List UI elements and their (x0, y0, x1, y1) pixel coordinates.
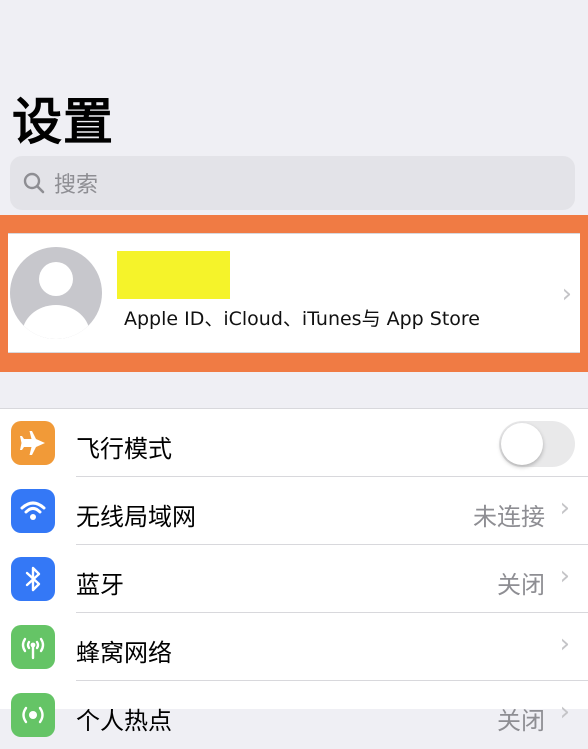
settings-list: 飞行模式 无线局域网 未连接 › 蓝牙 关闭 › 蜂窝网络 › 个人热点 关闭 … (0, 408, 588, 737)
hotspot-icon (11, 693, 55, 737)
settings-row-airplane[interactable]: 飞行模式 (0, 409, 588, 477)
page-title: 设置 (12, 93, 114, 151)
settings-row-cellular[interactable]: 蜂窝网络 › (0, 613, 588, 681)
settings-item-value: 未连接 (473, 503, 545, 531)
settings-item-value: 关闭 (497, 571, 545, 599)
search-bar[interactable]: 搜索 (10, 156, 575, 210)
settings-item-label: 个人热点 (76, 707, 172, 735)
airplane-icon (11, 421, 55, 465)
chevron-right-icon: › (561, 279, 572, 309)
apple-id-row[interactable]: Apple ID、iCloud、iTunes与 App Store › (8, 233, 580, 353)
search-icon (23, 172, 45, 194)
settings-item-label: 蜂窝网络 (76, 639, 172, 667)
chevron-right-icon: › (559, 561, 570, 591)
avatar (10, 247, 102, 339)
chevron-right-icon: › (559, 629, 570, 659)
search-placeholder: 搜索 (54, 173, 99, 198)
settings-row-wifi[interactable]: 无线局域网 未连接 › (0, 477, 588, 545)
redacted-name (117, 251, 230, 299)
cellular-icon (11, 625, 55, 669)
airplane-mode-toggle[interactable] (499, 421, 575, 467)
profile-highlight: Apple ID、iCloud、iTunes与 App Store › (0, 215, 588, 372)
bluetooth-icon (11, 557, 55, 601)
settings-item-label: 飞行模式 (76, 435, 172, 463)
wifi-icon (11, 489, 55, 533)
chevron-right-icon: › (559, 697, 570, 727)
settings-item-label: 蓝牙 (76, 571, 124, 599)
chevron-right-icon: › (559, 493, 570, 523)
settings-row-hotspot[interactable]: 个人热点 关闭 › (0, 681, 588, 749)
apple-id-subtitle: Apple ID、iCloud、iTunes与 App Store (124, 308, 480, 330)
settings-row-bluetooth[interactable]: 蓝牙 关闭 › (0, 545, 588, 613)
settings-item-label: 无线局域网 (76, 503, 196, 531)
settings-item-value: 关闭 (497, 707, 545, 735)
